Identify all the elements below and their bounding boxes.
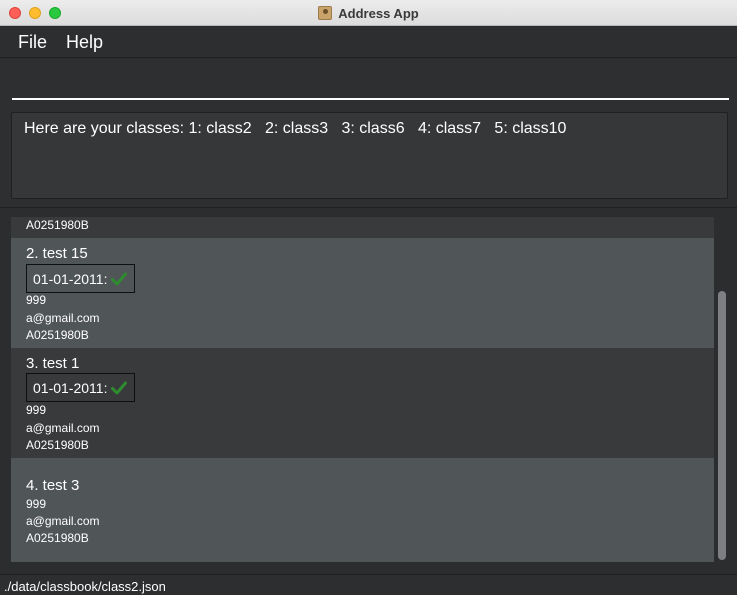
menu-help[interactable]: Help (66, 32, 103, 53)
student-name: 4. test 3 (26, 477, 80, 494)
result-display[interactable]: Here are your classes: 1: class2 2: clas… (11, 112, 728, 199)
student-phone: 999 (26, 403, 47, 417)
student-id: A0251980B (26, 438, 89, 452)
attendance-date: 01-01-2011: (33, 270, 108, 287)
save-location-path: ./data/classbook/class2.json (4, 579, 166, 594)
attendance-tag: 01-01-2011: (26, 264, 136, 293)
attendance-date: 01-01-2011: (33, 379, 108, 396)
student-email: a@gmail.com (26, 421, 100, 435)
address-book-icon (318, 6, 333, 20)
student-phone: 999 (26, 293, 47, 307)
student-id: A0251980B (26, 531, 89, 545)
window-titlebar: Address App (0, 0, 737, 26)
list-item[interactable]: 2. test 15 01-01-2011: 999 a@gmail.com A… (11, 238, 714, 348)
student-email: a@gmail.com (26, 514, 100, 528)
menu-file[interactable]: File (18, 32, 47, 53)
list-item[interactable]: 4. test 3 999 a@gmail.com A0251980B (11, 458, 714, 562)
student-phone: 999 (26, 497, 47, 511)
command-input[interactable] (12, 74, 729, 100)
status-bar: ./data/classbook/class2.json (0, 574, 737, 595)
menu-bar: File Help (0, 27, 737, 58)
list-item[interactable]: 3. test 1 01-01-2011: 999 a@gmail.com A0… (11, 348, 714, 458)
student-id: A0251980B (26, 328, 89, 342)
scrollbar-thumb[interactable] (718, 291, 726, 560)
check-icon (111, 381, 128, 394)
student-name: 3. test 1 (26, 355, 80, 372)
result-text: Here are your classes: 1: class2 2: clas… (24, 120, 567, 137)
list-item[interactable]: A0251980B (11, 217, 714, 238)
student-name: 2. test 15 (26, 245, 88, 262)
window-title: Address App (338, 5, 419, 21)
check-icon (111, 272, 128, 285)
student-email: a@gmail.com (26, 311, 100, 325)
window-title-group: Address App (0, 0, 737, 26)
student-id: A0251980B (26, 218, 89, 232)
attendance-tag: 01-01-2011: (26, 373, 136, 402)
